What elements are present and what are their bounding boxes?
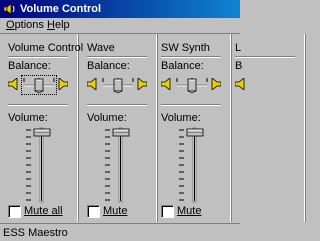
status-bar: ESS Maestro [0, 223, 240, 241]
mute-label-text: Mute all [24, 205, 63, 217]
menu-options-label: ptions [14, 19, 44, 31]
channel-name: L [235, 42, 242, 54]
status-text: ESS Maestro [3, 227, 68, 239]
separator [161, 104, 221, 106]
balance-label: Balance: [87, 60, 130, 72]
mute-label-text: Mute [103, 205, 128, 217]
menu-help-label: elp [54, 19, 70, 31]
mute-label[interactable]: Mute [177, 205, 201, 217]
volume-label: Volume: [87, 112, 127, 124]
right-speaker-icon [211, 77, 222, 91]
menu-help[interactable]: Help [47, 19, 70, 32]
mute-checkbox[interactable] [87, 205, 100, 218]
speaker-icon [3, 3, 15, 15]
channel-name: SW Synth [161, 42, 210, 54]
separator [87, 104, 147, 106]
balance-track[interactable] [175, 76, 209, 94]
mute-checkbox[interactable] [161, 205, 174, 218]
volume-slider[interactable] [105, 126, 135, 204]
right-speaker-icon [58, 77, 69, 91]
balance-thumb [187, 78, 197, 94]
window-title: Volume Control [20, 3, 102, 15]
mute-checkbox[interactable] [8, 205, 21, 218]
balance-slider[interactable] [160, 74, 223, 96]
volume-label: Volume: [8, 112, 48, 124]
volume-slider[interactable] [179, 126, 209, 204]
separator [161, 56, 221, 58]
left-speaker-icon [160, 77, 171, 91]
menu-options[interactable]: Options [6, 19, 44, 32]
channel-panel: Volume Control Balance: Volume: Mute all [4, 34, 83, 222]
mute-label[interactable]: Mute [103, 205, 127, 217]
separator [8, 56, 68, 58]
balance-track[interactable] [101, 76, 135, 94]
separator [87, 56, 147, 58]
mute-label-text: Mute [177, 205, 202, 217]
title-bar[interactable]: Volume Control [0, 0, 240, 18]
balance-thumb [113, 78, 123, 94]
channel-panel: SW Synth Balance: Volume: Mute [157, 34, 232, 222]
volume-label: Volume: [161, 112, 201, 124]
menu-bar: Options Help [0, 18, 240, 34]
left-speaker-icon [7, 77, 18, 91]
balance-label: Balance: [8, 60, 51, 72]
left-speaker-icon [86, 77, 97, 91]
right-speaker-icon [137, 77, 148, 91]
balance-track[interactable] [21, 75, 57, 95]
left-speaker-icon [234, 77, 245, 91]
balance-label: Balance: [161, 60, 204, 72]
separator [235, 56, 295, 58]
balance-slider[interactable] [86, 74, 149, 96]
balance-slider[interactable] [7, 74, 70, 96]
separator [8, 104, 68, 106]
volume-slider[interactable] [26, 126, 56, 204]
channel-panel: Wave Balance: Volume: Mute [83, 34, 158, 222]
channel-name: Wave [87, 42, 115, 54]
balance-label: B [235, 60, 243, 72]
balance-thumb [34, 78, 44, 94]
channel-panel: LB [231, 34, 306, 222]
mute-label[interactable]: Mute all [24, 205, 63, 217]
channel-name: Volume Control [8, 42, 84, 54]
